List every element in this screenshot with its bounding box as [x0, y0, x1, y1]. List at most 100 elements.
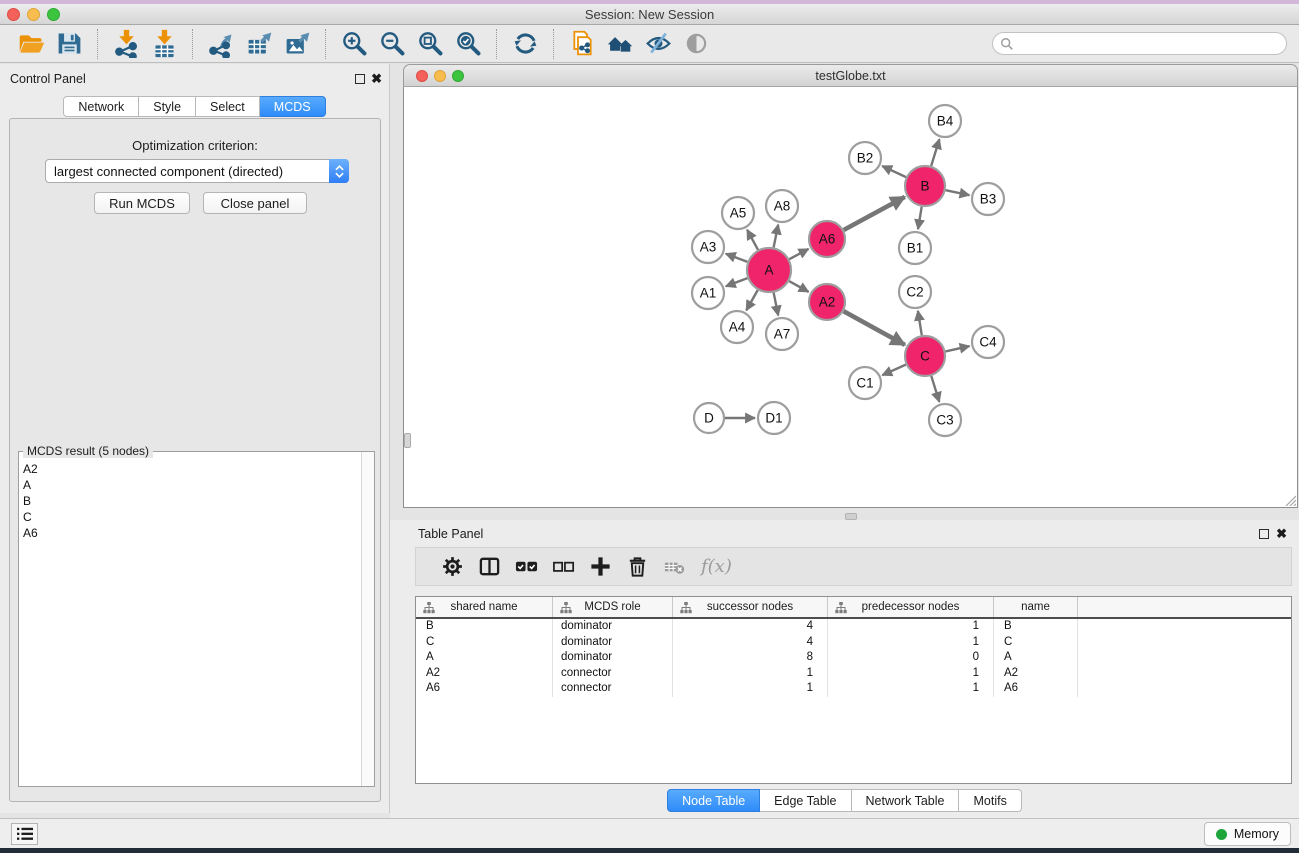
graph-node-A[interactable]: A	[747, 248, 791, 292]
result-list-scrollbar[interactable]	[361, 452, 374, 786]
graph-node-A2[interactable]: A2	[809, 284, 845, 320]
graph-edge-A-A4[interactable]	[746, 290, 757, 310]
graph-node-A8[interactable]: A8	[766, 190, 798, 222]
export-image-button[interactable]	[278, 28, 316, 60]
import-table-button[interactable]	[145, 28, 183, 60]
graph-node-B1[interactable]: B1	[899, 232, 931, 264]
tab-style[interactable]: Style	[139, 96, 196, 117]
graph-node-A7[interactable]: A7	[766, 318, 798, 350]
graph-node-D1[interactable]: D1	[758, 402, 790, 434]
import-network-button[interactable]	[107, 28, 145, 60]
column-header-shared-name[interactable]: shared name	[416, 597, 553, 617]
open-session-button[interactable]	[12, 28, 50, 60]
mcds-result-item[interactable]: C	[23, 509, 361, 525]
network-canvas[interactable]: B4B2BB3A8A5A6A3B1AC2A1A2A4A7C4CC1DD1C3	[403, 87, 1298, 508]
tab-select[interactable]: Select	[196, 96, 260, 117]
tab-mcds[interactable]: MCDS	[260, 96, 326, 117]
column-header-successor-nodes[interactable]: successor nodes	[673, 597, 828, 617]
graph-edge-B-B3[interactable]	[946, 190, 970, 195]
zoom-in-button[interactable]	[335, 28, 373, 60]
graph-edge-A-A8[interactable]	[774, 225, 779, 248]
search-input[interactable]	[1014, 35, 1286, 53]
zoom-selected-button[interactable]	[449, 28, 487, 60]
delete-column-button[interactable]	[619, 552, 656, 582]
graph-edge-A-A5[interactable]	[747, 230, 758, 250]
add-column-button[interactable]	[582, 552, 619, 582]
hide-graphics-details-button[interactable]	[639, 28, 677, 60]
tab-node-table[interactable]: Node Table	[667, 789, 760, 812]
graph-node-B[interactable]: B	[905, 166, 945, 206]
table-settings-button[interactable]	[434, 552, 471, 582]
graph-node-A1[interactable]: A1	[692, 277, 724, 309]
graph-node-C2[interactable]: C2	[899, 276, 931, 308]
graph-edge-A-A3[interactable]	[726, 254, 748, 262]
column-header-MCDS-role[interactable]: MCDS role	[553, 597, 673, 617]
column-header-name[interactable]: name	[994, 597, 1078, 617]
show-network-overview-button[interactable]	[601, 28, 639, 60]
graph-edge-B-B1[interactable]	[918, 207, 922, 230]
zoom-out-button[interactable]	[373, 28, 411, 60]
graph-edge-B-B2[interactable]	[882, 166, 906, 177]
mcds-result-item[interactable]: A2	[23, 461, 361, 477]
deselect-all-columns-button[interactable]	[545, 552, 582, 582]
graph-node-D[interactable]: D	[694, 403, 724, 433]
export-network-button[interactable]	[202, 28, 240, 60]
tab-edge-table[interactable]: Edge Table	[760, 789, 851, 812]
graph-edge-C-C3[interactable]	[931, 376, 939, 402]
duplicate-network-button[interactable]	[563, 28, 601, 60]
network-graph[interactable]: B4B2BB3A8A5A6A3B1AC2A1A2A4A7C4CC1DD1C3	[404, 87, 1297, 506]
table-row-A2[interactable]: A2connector11A2	[416, 666, 1291, 682]
table-row-C[interactable]: Cdominator41C	[416, 635, 1291, 651]
table-row-A[interactable]: Adominator80A	[416, 650, 1291, 666]
window-resize-grip[interactable]	[1283, 493, 1296, 506]
graph-edge-A-A1[interactable]	[726, 278, 748, 286]
search-field[interactable]	[992, 32, 1287, 55]
splitter-handle[interactable]	[845, 513, 857, 520]
graph-node-A3[interactable]: A3	[692, 231, 724, 263]
graph-edge-B-B4[interactable]	[931, 139, 939, 166]
graph-node-A4[interactable]: A4	[721, 311, 753, 343]
graph-node-A6[interactable]: A6	[809, 221, 845, 257]
close-panel-icon[interactable]: ✖	[371, 73, 382, 84]
graph-edge-A-A2[interactable]	[789, 281, 809, 292]
graph-edge-C-C1[interactable]	[882, 365, 906, 376]
criterion-dropdown[interactable]: largest connected component (directed)	[45, 159, 349, 183]
graph-edge-A6-B[interactable]	[844, 197, 905, 230]
delete-table-button[interactable]	[656, 552, 693, 582]
mcds-result-item[interactable]: A6	[23, 525, 361, 541]
canvas-scrollbar-thumb[interactable]	[404, 433, 411, 448]
zoom-fit-button[interactable]	[411, 28, 449, 60]
show-graphics-details-button[interactable]	[677, 28, 715, 60]
graph-node-C[interactable]: C	[905, 336, 945, 376]
show-task-history-button[interactable]	[11, 823, 38, 845]
graph-edge-C-C4[interactable]	[946, 346, 970, 351]
graph-node-A5[interactable]: A5	[722, 197, 754, 229]
run-mcds-button[interactable]: Run MCDS	[94, 192, 190, 214]
float-panel-icon[interactable]	[355, 74, 365, 84]
graph-edge-C-C2[interactable]	[918, 311, 922, 336]
tab-network-table[interactable]: Network Table	[852, 789, 960, 812]
tab-motifs[interactable]: Motifs	[959, 789, 1021, 812]
close-panel-button[interactable]: Close panel	[203, 192, 307, 214]
mcds-result-item[interactable]: B	[23, 493, 361, 509]
network-window-titlebar[interactable]: testGlobe.txt	[403, 64, 1298, 87]
function-builder-button[interactable]: f(x)	[701, 556, 732, 577]
graph-edge-A-A7[interactable]	[774, 293, 779, 316]
export-table-button[interactable]	[240, 28, 278, 60]
toggle-column-view-button[interactable]	[471, 552, 508, 582]
close-table-panel-icon[interactable]: ✖	[1276, 528, 1287, 539]
mcds-result-item[interactable]: A	[23, 477, 361, 493]
float-table-panel-icon[interactable]	[1259, 529, 1269, 539]
graph-node-C1[interactable]: C1	[849, 367, 881, 399]
graph-edge-A-A6[interactable]	[789, 249, 808, 259]
refresh-button[interactable]	[506, 28, 544, 60]
memory-button[interactable]: Memory	[1204, 822, 1291, 846]
save-session-button[interactable]	[50, 28, 88, 60]
graph-node-C4[interactable]: C4	[972, 326, 1004, 358]
graph-node-B3[interactable]: B3	[972, 183, 1004, 215]
table-row-B[interactable]: Bdominator41B	[416, 619, 1291, 635]
table-row-A6[interactable]: A6connector11A6	[416, 681, 1291, 697]
tab-network[interactable]: Network	[63, 96, 139, 117]
select-all-columns-button[interactable]	[508, 552, 545, 582]
column-header-predecessor-nodes[interactable]: predecessor nodes	[828, 597, 994, 617]
